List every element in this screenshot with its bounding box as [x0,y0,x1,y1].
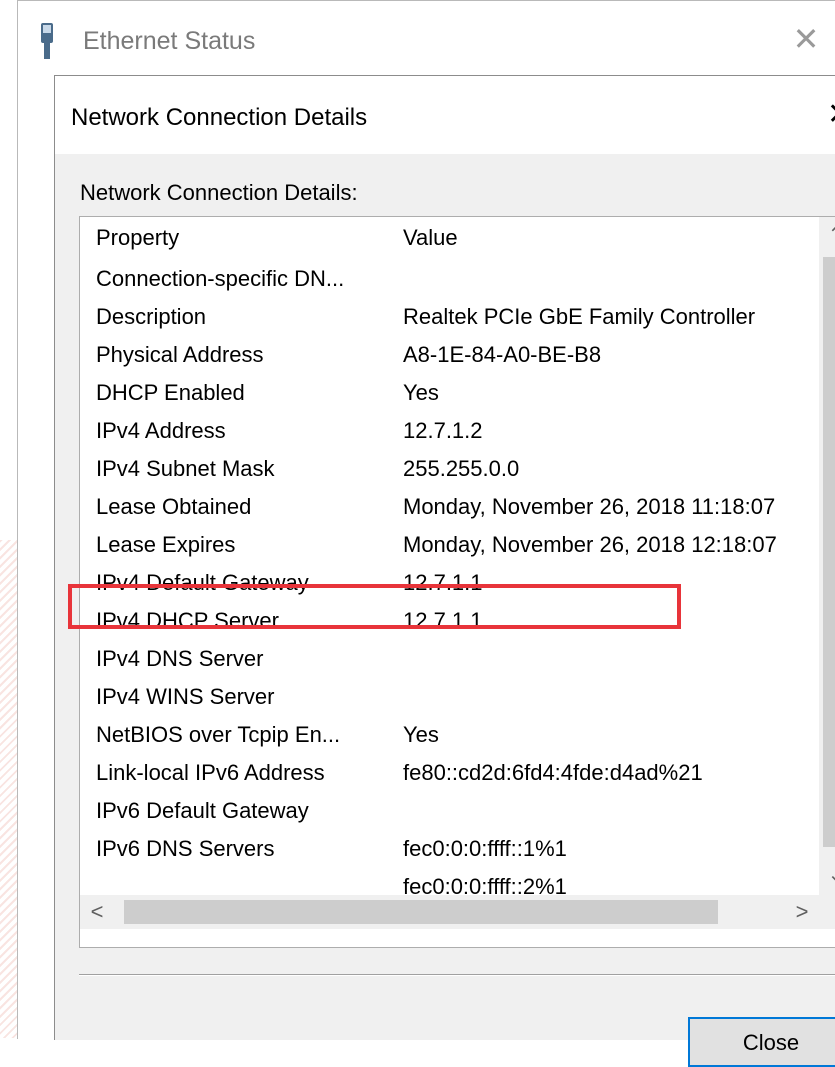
property-cell: IPv4 DNS Server [96,646,264,671]
column-header-value[interactable]: Value [403,225,458,251]
value-cell: Monday, November 26, 2018 11:18:07 [403,494,776,519]
property-cell: Lease Expires [96,532,236,557]
property-cell: Description [96,304,207,329]
list-item[interactable]: NetBIOS over Tcpip En... Yes [80,715,815,753]
horizontal-scrollbar[interactable]: < > [80,895,819,929]
horizontal-scroll-thumb[interactable] [124,900,718,924]
list-item[interactable]: DHCP Enabled Yes [80,373,815,411]
value-cell: fec0:0:0:ffff::1%1 [403,836,567,861]
list-item[interactable]: Lease Expires Monday, November 26, 2018 … [80,525,815,563]
column-header-property[interactable]: Property [96,225,179,251]
property-cell: Lease Obtained [96,494,252,519]
value-cell: Monday, November 26, 2018 12:18:07 [403,532,777,557]
list-item[interactable]: IPv4 DNS Server [80,639,815,677]
property-cell: IPv4 Subnet Mask [96,456,275,481]
property-cell: Physical Address [96,342,264,367]
outer-close-icon[interactable]: ✕ [788,21,824,57]
list-item[interactable]: Connection-specific DN... [80,259,815,297]
list-item[interactable]: IPv4 Address 12.7.1.2 [80,411,815,449]
value-cell: 12.7.1.2 [403,418,483,443]
list-item[interactable]: IPv4 Subnet Mask 255.255.0.0 [80,449,815,487]
property-cell: NetBIOS over Tcpip En... [96,722,341,747]
details-list[interactable]: Property Value Connection-specific DN...… [79,216,835,948]
property-cell: IPv4 Address [96,418,226,443]
divider [79,974,835,976]
scroll-left-icon[interactable]: < [80,895,114,929]
outer-titlebar: Ethernet Status ✕ [18,1,835,85]
property-cell: IPv6 DNS Servers [96,836,275,861]
list-header: Property Value [80,217,815,255]
ethernet-status-window: Ethernet Status ✕ Network Connection Det… [17,0,835,1067]
details-group-label: Network Connection Details: [80,180,358,205]
value-cell: A8-1E-84-A0-BE-B8 [403,342,602,367]
dialog-title: Network Connection Details [71,104,368,131]
property-cell: Link-local IPv6 Address [96,760,325,785]
dialog-close-icon[interactable]: ✕ [827,96,835,134]
list-item[interactable]: Link-local IPv6 Address fe80::cd2d:6fd4:… [80,753,815,791]
list-item[interactable]: IPv4 WINS Server [80,677,815,715]
network-connection-details-dialog: Network Connection Details ✕ Network Con… [54,75,835,1067]
value-cell: 255.255.0.0 [403,456,520,481]
value-cell: Yes [403,380,439,405]
outer-window-title: Ethernet Status [83,27,256,55]
vertical-scroll-thumb[interactable] [823,257,835,847]
property-cell: IPv6 Default Gateway [96,798,309,823]
list-item[interactable]: Lease Obtained Monday, November 26, 2018… [80,487,815,525]
value-cell: Realtek PCIe GbE Family Controller [403,304,756,329]
scroll-right-icon[interactable]: > [785,895,819,929]
list-item[interactable]: IPv6 Default Gateway [80,791,815,829]
property-cell: IPv4 WINS Server [96,684,275,709]
vertical-scrollbar[interactable]: ⌃ ⌄ [819,217,835,895]
dialog-titlebar: Network Connection Details ✕ [55,76,835,154]
scrollbar-corner [819,895,835,929]
property-cell: Connection-specific DN... [96,266,345,291]
list-item[interactable]: IPv6 DNS Servers fec0:0:0:ffff::1%1 [80,829,815,867]
list-item[interactable]: Physical Address A8-1E-84-A0-BE-B8 [80,335,815,373]
highlight-annotation [68,584,681,629]
scroll-down-icon[interactable]: ⌄ [819,857,835,893]
ethernet-plug-icon [38,23,56,59]
value-cell: fe80::cd2d:6fd4:4fde:d4ad%21 [403,760,703,785]
scroll-up-icon[interactable]: ⌃ [819,217,835,253]
close-button[interactable]: Close [688,1017,835,1067]
property-cell: DHCP Enabled [96,380,245,405]
value-cell: Yes [403,722,439,747]
list-item[interactable]: Description Realtek PCIe GbE Family Cont… [80,297,815,335]
